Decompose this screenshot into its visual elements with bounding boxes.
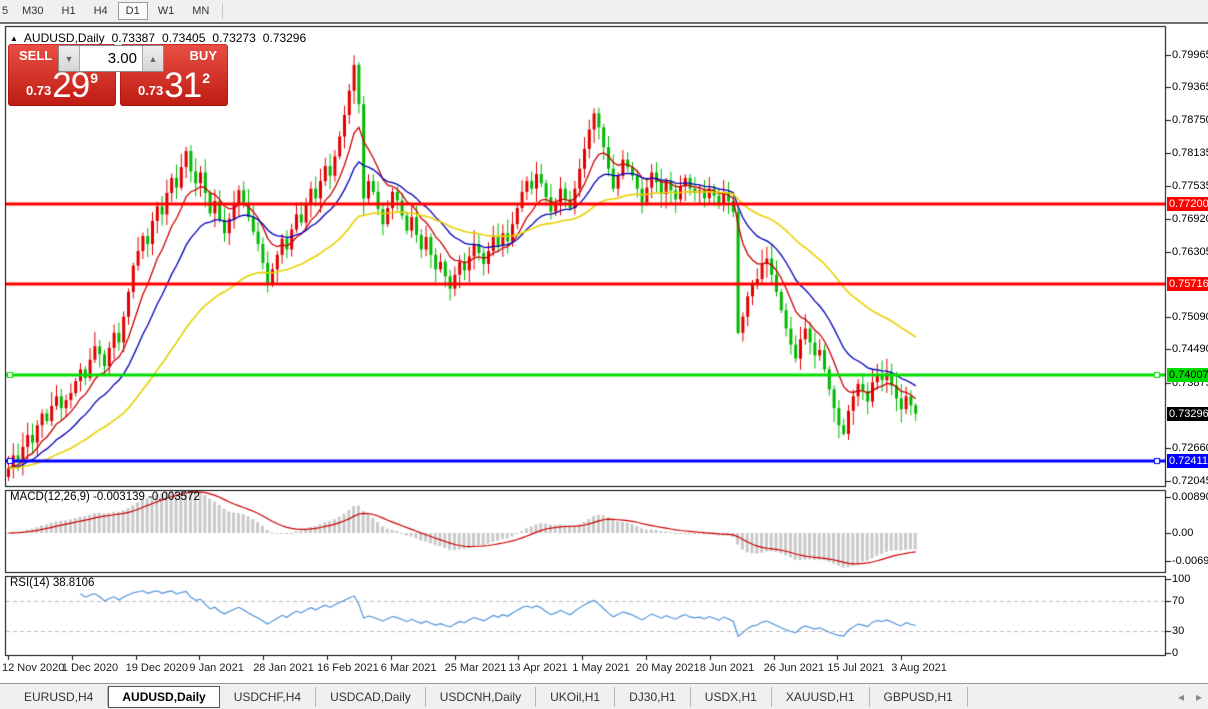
buy-price-prefix: 0.73 bbox=[137, 83, 164, 98]
date-axis-label: 3 Aug 2021 bbox=[891, 662, 947, 674]
date-axis-label: 25 Mar 2021 bbox=[444, 662, 507, 674]
rsi-indicator-label: RSI(14) 38.8106 bbox=[10, 577, 95, 589]
tab-scroll-right-button[interactable]: ▸ bbox=[1196, 690, 1202, 704]
tab-usdcad-daily[interactable]: USDCAD,Daily bbox=[316, 686, 426, 707]
rsi-axis-label: 70 bbox=[1172, 595, 1185, 608]
rsi-axis-label: 100 bbox=[1172, 573, 1191, 585]
buy-price-pip: 2 bbox=[202, 70, 211, 86]
tab-usdchf-h4[interactable]: USDCHF,H4 bbox=[220, 686, 317, 707]
price-tag-0.73296: 0.73296 bbox=[1167, 406, 1208, 421]
collapse-trade-panel-icon[interactable]: ▲ bbox=[10, 34, 18, 43]
price-axis-label: 0.79965 bbox=[1172, 49, 1208, 61]
mt4-window: 5M30H1H4D1W1MN 0.799650.793650.787500.78… bbox=[0, 0, 1208, 709]
macd-axis-label: 0.00 bbox=[1172, 527, 1194, 539]
ohlc-close: 0.73296 bbox=[262, 31, 307, 45]
tab-ukoil-h1[interactable]: UKOil,H1 bbox=[536, 686, 616, 707]
chart-overlay: 0.79965 0.79365 0.78750 0.78135 0.77535 0.769… bbox=[0, 0, 1208, 709]
date-axis-label: 12 Nov 2020 bbox=[2, 662, 65, 674]
tab-audusd-daily[interactable]: AUDUSD,Daily bbox=[108, 685, 220, 708]
date-axis-label: 20 May 2021 bbox=[636, 662, 700, 674]
chart-tab-bar: EURUSD,H4 AUDUSD,Daily USDCHF,H4 USDCAD,Dai… bbox=[0, 683, 1208, 709]
ohlc-high: 0.73405 bbox=[162, 31, 206, 45]
tab-usdcnh-daily[interactable]: USDCNH,Daily bbox=[426, 686, 537, 707]
price-axis-label: 0.76305 bbox=[1172, 245, 1208, 258]
date-axis-label: 28 Jan 2021 bbox=[253, 662, 314, 674]
rsi-axis-label: 0 bbox=[1172, 647, 1179, 659]
price-tag-0.72411: 0.72411 bbox=[1167, 454, 1208, 469]
sell-label: SELL bbox=[19, 48, 53, 63]
price-axis-label: 0.78750 bbox=[1172, 114, 1208, 127]
date-axis-label: 1 Dec 2020 bbox=[61, 662, 119, 674]
price-axis-label: 0.78135 bbox=[1172, 147, 1208, 160]
ohlc-low: 0.73273 bbox=[212, 31, 256, 45]
buy-price-big: 31 bbox=[164, 66, 202, 105]
volume-decrease-button[interactable]: ▼ bbox=[59, 46, 80, 71]
price-axis-label: 0.72045 bbox=[1172, 475, 1208, 487]
date-axis-label: 9 Jan 2021 bbox=[189, 662, 244, 674]
price-axis-label: 0.77535 bbox=[1172, 179, 1208, 192]
date-axis-label: 16 Feb 2021 bbox=[317, 662, 379, 674]
volume-spinner: ▼ ▲ bbox=[58, 45, 164, 72]
macd-indicator-label: MACD(12,26,9) -0.003139 -0.003572 bbox=[10, 491, 200, 503]
volume-input[interactable] bbox=[80, 46, 142, 71]
price-axis-label: 0.75090 bbox=[1172, 311, 1208, 324]
tab-scroll-left-button[interactable]: ◂ bbox=[1178, 690, 1184, 704]
date-axis-label: 6 Mar 2021 bbox=[380, 662, 437, 674]
symbol-label: AUDUSD,Daily bbox=[23, 31, 105, 45]
price-tag-0.77200: 0.77200 bbox=[1167, 196, 1208, 211]
volume-increase-button[interactable]: ▲ bbox=[142, 46, 163, 71]
ohlc-open: 0.73387 bbox=[111, 31, 155, 45]
sell-price-prefix: 0.73 bbox=[25, 83, 52, 98]
price-axis-label: 0.74490 bbox=[1172, 343, 1208, 356]
price-tag-0.75716: 0.75716 bbox=[1167, 276, 1208, 291]
tab-eurusd-h4[interactable]: EURUSD,H4 bbox=[10, 686, 109, 707]
date-axis-label: 15 Jul 2021 bbox=[827, 662, 885, 674]
date-axis-label: 19 Dec 2020 bbox=[125, 662, 188, 674]
date-axis-label: 8 Jun 2021 bbox=[699, 662, 755, 674]
buy-label: BUY bbox=[189, 48, 217, 63]
price-axis-label: 0.79365 bbox=[1172, 81, 1208, 94]
price-axis-label: 0.76920 bbox=[1172, 212, 1208, 225]
chart-header: ▲ AUDUSD,Daily 0.73387 0.73405 0.73273 0… bbox=[10, 31, 306, 45]
macd-axis-label: -0.006977 bbox=[1172, 555, 1208, 568]
date-axis-label: 1 May 2021 bbox=[572, 662, 630, 674]
date-axis-label: 13 Apr 2021 bbox=[508, 662, 568, 674]
date-axis-label: 26 Jun 2021 bbox=[763, 662, 825, 674]
tab-dj30-h1[interactable]: DJ30,H1 bbox=[615, 686, 691, 707]
sell-price-pip: 9 bbox=[90, 70, 99, 86]
sell-price-big: 29 bbox=[52, 66, 90, 105]
rsi-axis-label: 30 bbox=[1172, 624, 1185, 637]
price-axis-label: 0.72660 bbox=[1172, 441, 1208, 454]
tab-xauusd-h1[interactable]: XAUUSD,H1 bbox=[772, 686, 870, 707]
tab-usdx-h1[interactable]: USDX,H1 bbox=[691, 686, 772, 707]
macd-axis-label: 0.008903 bbox=[1172, 491, 1208, 503]
price-tag-0.74007: 0.74007 bbox=[1167, 368, 1208, 383]
tab-gbpusd-h1[interactable]: GBPUSD,H1 bbox=[870, 686, 968, 707]
